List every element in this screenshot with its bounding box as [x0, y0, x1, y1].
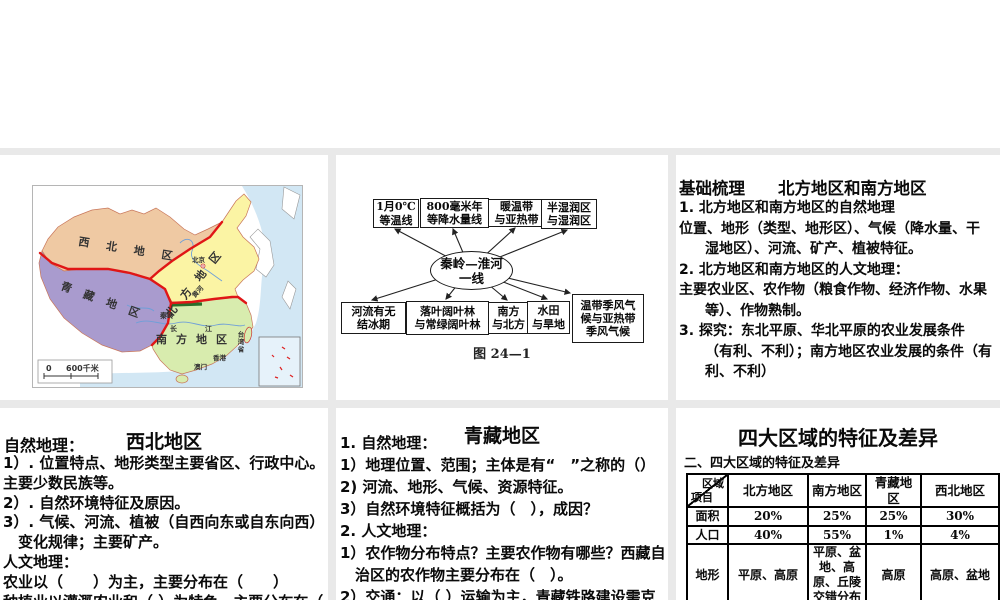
column-header: 西北地区 — [920, 472, 1000, 509]
figure-caption: 图 24—1 — [473, 347, 531, 362]
table-cell: 25% — [865, 506, 922, 528]
diagram-box-monsoon: 温带季风气 候与亚热带 季风气候 — [572, 294, 644, 343]
text-line: 2）交通：以（ ）运输为主，青藏铁路建设需克 — [340, 588, 656, 600]
outline-text: 1）. 位置特点、地形类型主要省区、行政中心。 主要少数民族等。 2）. 自然环… — [3, 454, 324, 600]
text-line: 湿地区）、河流、矿产、植被特征。 — [705, 241, 922, 257]
table-cell: 30% — [920, 506, 1000, 528]
outline-text: 1. 北方地区和南方地区的自然地理 位置、地形（类型、地形区）、气候（降水量、干… — [679, 198, 992, 383]
panel-qinling-diagram: 1月0℃ 等温线 800毫米年 等降水量线 暖温带 与亚热带 半湿润区 与湿润区… — [336, 155, 668, 400]
table-cell: 55% — [807, 525, 867, 546]
diagram-center-ellipse: 秦岭—淮河 一线 — [430, 251, 513, 290]
china-regions-map: 西北地区 北方地区 青藏地区 南方地区 秦岭 长江 黄河 北京 台湾省 香港 澳… — [32, 185, 303, 388]
diagram-box-humid-zones: 半湿润区 与湿润区 — [541, 199, 597, 229]
diagram-box-south-north: 南方 与北方 — [488, 302, 529, 334]
map-label-xianggang: 香港 — [213, 353, 227, 362]
table-row: 人口 40% 55% 1% 4% — [686, 525, 1000, 546]
text-line: 2) 河流、地形、气候、资源特征。 — [340, 478, 573, 496]
diagram-box-river-freeze: 河流有无 结冰期 — [341, 302, 406, 334]
panel-qingzang-region: 青藏地区 1. 自然地理： 1）地理位置、范围；主体是有“ ”之称的（） 2) … — [336, 408, 668, 600]
regions-comparison-table: 区域 项目 北方地区 南方地区 青藏地区 西北地区 面积 20% 25% 25%… — [686, 472, 1000, 600]
text-line: 人文地理： — [3, 552, 79, 571]
scale-bar: 0 600千米 — [37, 359, 113, 384]
row-label: 人口 — [686, 525, 729, 546]
text-line: 1）地理位置、范围；主体是有“ ”之称的（） — [340, 456, 656, 474]
table-header-row: 区域 项目 北方地区 南方地区 青藏地区 西北地区 — [686, 472, 1000, 509]
corner-header-cell: 区域 项目 — [686, 472, 729, 509]
table-cell: 40% — [727, 525, 809, 546]
outline-text: 1. 自然地理： 1）地理位置、范围；主体是有“ ”之称的（） 2) 河流、地形… — [340, 432, 665, 600]
text-line: 3）. 气候、河流、植被（自西向东或自东向西） — [3, 513, 325, 532]
corner-label-region: 区域 — [702, 477, 724, 490]
table-cell: 高原 — [865, 543, 922, 600]
table-cell: 1% — [865, 525, 922, 546]
diagram-box-temp-zones: 暖温带 与亚热带 — [488, 199, 545, 227]
row-label: 面积 — [686, 506, 729, 528]
hainan-island — [175, 374, 189, 384]
scale-label: 600千米 — [66, 363, 100, 373]
text-line: 治区的农作物主要分布在（ ）。 — [355, 566, 573, 584]
text-line: 位置、地形（类型、地形区）、气候（降水量、干 — [679, 220, 980, 237]
table-row: 面积 20% 25% 25% 30% — [686, 506, 1000, 528]
diagram-box-isohyet: 800毫米年 等降水量线 — [420, 198, 489, 228]
text-line: 变化规律；主要矿产。 — [18, 533, 169, 552]
table-cell: 20% — [727, 506, 809, 528]
side-label: 自然地理： — [4, 436, 85, 455]
panel-four-regions-table: 四大区域的特征及差异 二、四大区域的特征及差异 区域 项目 北方地区 南方地区 … — [676, 408, 1000, 600]
column-header: 南方地区 — [807, 472, 867, 509]
panel-northwest-region: 西北地区 自然地理： 1）. 位置特点、地形类型主要省区、行政中心。 主要少数民… — [0, 408, 328, 600]
map-label-nanfang: 南方地区 — [156, 332, 236, 346]
text-line: 3. 探究：东北平原、华北平原的农业发展条件 — [679, 323, 965, 339]
panel-basics-outline: 基础梳理 北方地区和南方地区 1. 北方地区和南方地区的自然地理 位置、地形（类… — [676, 155, 1000, 400]
subtitle: 二、四大区域的特征及差异 — [684, 456, 841, 471]
diagram-box-paddy-dry: 水田 与旱地 — [527, 301, 570, 334]
table-cell: 高原、盆地 — [920, 543, 1000, 600]
text-line: 利、不利） — [705, 364, 775, 380]
text-line: 1）. 位置特点、地形类型主要省区、行政中心。 — [3, 454, 325, 472]
text-line: （有利、不利）；南方地区农业发展的条件（有 — [705, 343, 992, 360]
table-cell: 4% — [920, 525, 1000, 546]
column-header: 北方地区 — [727, 472, 809, 509]
scale-zero: 0 — [46, 364, 52, 373]
text-line: 2. 人文地理： — [340, 522, 437, 540]
text-line: 等）、作物熟制。 — [705, 302, 810, 319]
row-label: 地形 — [686, 543, 729, 600]
table-cell: 平原、高原 — [727, 543, 809, 600]
map-label-aomen: 澳门 — [194, 362, 208, 371]
south-sea-inset — [258, 336, 301, 387]
text-line: 种植业以灌溉农业和（ ）为特色，主要分布在（ — [3, 593, 324, 600]
table-row: 地形 平原、高原 平原、盆地、高原、丘陵交错分布 高原 高原、盆地 — [686, 543, 1000, 600]
map-label-beijing: 北京 — [192, 255, 206, 264]
map-label-changjiang: 长江 — [170, 324, 240, 333]
text-line: 主要少数民族等。 — [3, 473, 124, 492]
text-line: 2. 北方地区和南方地区的人文地理： — [679, 261, 909, 278]
map-label-taiwan: 台湾省 — [236, 330, 245, 354]
text-line: 2）. 自然环境特征及原因。 — [3, 493, 190, 512]
text-line: 主要农业区、农作物（粮食作物、经济作物、水果 — [679, 282, 987, 298]
text-line: 农业以（ ）为主，主要分布在（ ） — [3, 572, 289, 591]
corner-label-item: 项目 — [691, 490, 713, 504]
text-line: 1. 自然地理： — [340, 434, 437, 452]
diagram-box-forest-types: 落叶阔叶林 与常绿阔叶林 — [406, 301, 489, 335]
column-header: 青藏地区 — [865, 472, 922, 509]
map-label-qinling: 秦岭 — [159, 311, 174, 320]
text-line: 1. 北方地区和南方地区的自然地理 — [679, 200, 895, 216]
slide-sheet: 西北地区 北方地区 青藏地区 南方地区 秦岭 长江 黄河 北京 台湾省 香港 澳… — [0, 0, 1000, 600]
section-heading: 基础梳理 北方地区和南方地区 — [679, 179, 927, 198]
table-cell: 25% — [807, 506, 867, 528]
text-line: 3）自然环境特征概括为（ ），成因？ — [340, 500, 598, 518]
text-line: 1）农作物分布特点？主要农作物有哪些？西藏自 — [340, 544, 666, 562]
table-cell: 平原、盆地、高原、丘陵交错分布 — [807, 543, 867, 600]
diagram-box-isotherm: 1月0℃ 等温线 — [373, 199, 419, 228]
panel-title: 四大区域的特征及差异 — [738, 426, 938, 450]
panel-region-map: 西北地区 北方地区 青藏地区 南方地区 秦岭 长江 黄河 北京 台湾省 香港 澳… — [0, 155, 328, 400]
